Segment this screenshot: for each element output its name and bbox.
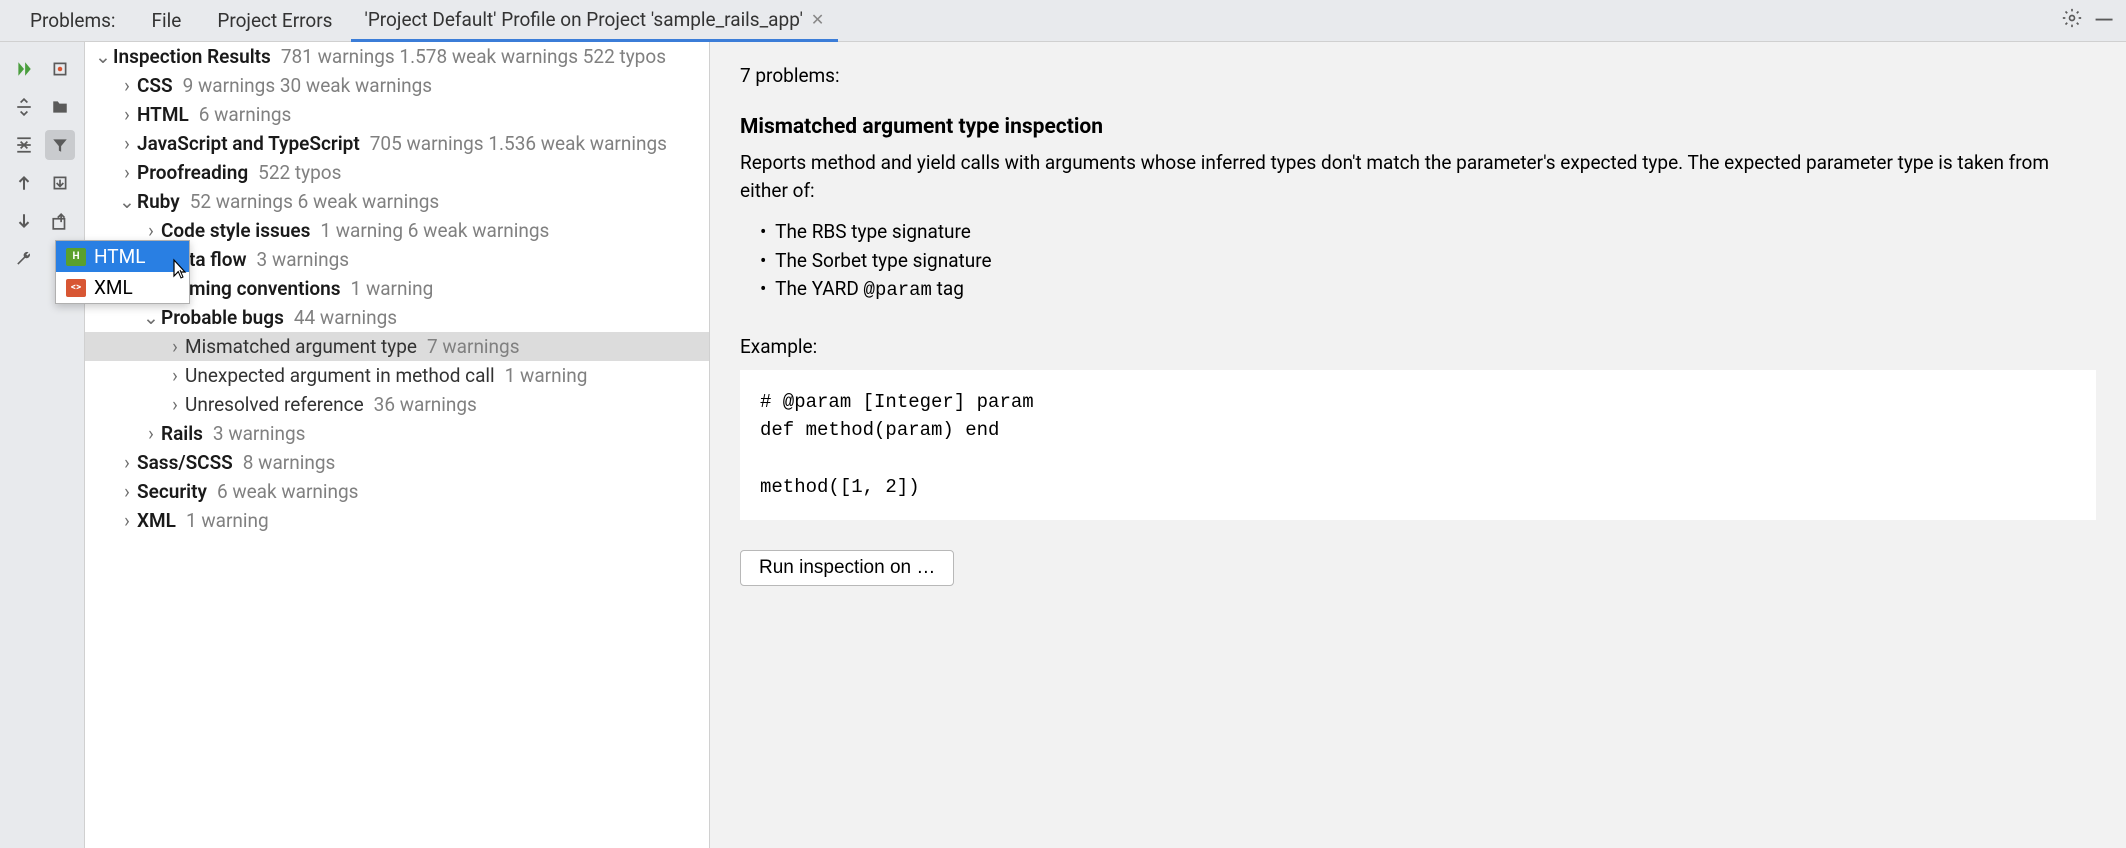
- tree-item-unresolved[interactable]: › Unresolved reference 36 warnings: [85, 390, 709, 419]
- tree-item-ruby[interactable]: ⌄ Ruby 52 warnings 6 weak warnings: [85, 187, 709, 216]
- target-icon[interactable]: [45, 54, 75, 84]
- chevron-down-icon: ⌄: [117, 190, 137, 213]
- cursor-icon: [168, 258, 190, 290]
- wrench-icon[interactable]: [9, 244, 39, 274]
- chevron-right-icon: ›: [117, 509, 137, 532]
- gear-icon[interactable]: [2062, 8, 2082, 33]
- tree-root-label: Inspection Results: [113, 45, 271, 68]
- export-up-icon[interactable]: [45, 206, 75, 236]
- tree-item-js[interactable]: › JavaScript and TypeScript 705 warnings…: [85, 129, 709, 158]
- minimize-icon[interactable]: —: [2094, 6, 2114, 36]
- tree-root-stats: 781 warnings 1.578 weak warnings 522 typ…: [281, 45, 666, 68]
- popup-xml-label: XML: [94, 276, 133, 299]
- folder-icon[interactable]: [45, 92, 75, 122]
- chevron-right-icon: ›: [117, 132, 137, 155]
- tab-file[interactable]: File: [134, 1, 200, 40]
- run-inspection-button[interactable]: Run inspection on …: [740, 550, 954, 586]
- chevron-right-icon: ›: [141, 219, 161, 242]
- tree-panel: ⌄ Inspection Results 781 warnings 1.578 …: [85, 42, 710, 848]
- xml-file-icon: <>: [66, 279, 86, 297]
- html-file-icon: H: [66, 248, 86, 266]
- tree-item-xml[interactable]: › XML 1 warning: [85, 506, 709, 535]
- run-icon[interactable]: [9, 54, 39, 84]
- chevron-right-icon: ›: [117, 480, 137, 503]
- chevron-down-icon: ⌄: [93, 45, 113, 68]
- arrow-down-icon[interactable]: [9, 206, 39, 236]
- chevron-right-icon: ›: [117, 103, 137, 126]
- tab-profile-active[interactable]: 'Project Default' Profile on Project 'sa…: [351, 0, 839, 42]
- list-item: The RBS type signature: [760, 218, 2096, 247]
- tree-item-css[interactable]: › CSS 9 warnings 30 weak warnings: [85, 71, 709, 100]
- tab-project-errors[interactable]: Project Errors: [199, 1, 350, 40]
- tree-item-html[interactable]: › HTML 6 warnings: [85, 100, 709, 129]
- collapse-all-icon[interactable]: [9, 130, 39, 160]
- inspection-heading: Mismatched argument type inspection: [740, 115, 2096, 139]
- problems-label[interactable]: Problems:: [12, 1, 134, 40]
- tree-item-security[interactable]: › Security 6 weak warnings: [85, 477, 709, 506]
- tree-root[interactable]: ⌄ Inspection Results 781 warnings 1.578 …: [85, 42, 709, 71]
- popup-html-label: HTML: [94, 245, 145, 268]
- chevron-right-icon: ›: [141, 422, 161, 445]
- tab-profile-label: 'Project Default' Profile on Project 'sa…: [365, 8, 803, 31]
- expand-all-icon[interactable]: [9, 92, 39, 122]
- list-item: The Sorbet type signature: [760, 247, 2096, 276]
- tree-item-rails[interactable]: › Rails 3 warnings: [85, 419, 709, 448]
- top-bar: Problems: File Project Errors 'Project D…: [0, 0, 2126, 42]
- chevron-right-icon: ›: [117, 451, 137, 474]
- inspection-list: The RBS type signature The Sorbet type s…: [760, 218, 2096, 305]
- chevron-right-icon: ›: [165, 393, 185, 416]
- problems-count: 7 problems:: [740, 64, 2096, 87]
- chevron-down-icon: ⌄: [141, 306, 161, 329]
- close-icon[interactable]: ✕: [811, 10, 824, 29]
- list-item: The YARD @param tag: [760, 275, 2096, 305]
- details-panel: 7 problems: Mismatched argument type ins…: [710, 42, 2126, 848]
- code-block: # @param [Integer] param def method(para…: [740, 370, 2096, 520]
- chevron-right-icon: ›: [117, 74, 137, 97]
- inspection-description: Reports method and yield calls with argu…: [740, 149, 2096, 204]
- chevron-right-icon: ›: [165, 364, 185, 387]
- example-label: Example:: [740, 335, 2096, 358]
- chevron-right-icon: ›: [165, 335, 185, 358]
- left-toolbar: [0, 42, 85, 848]
- tree-item-proofreading[interactable]: › Proofreading 522 typos: [85, 158, 709, 187]
- tree-item-unexpected[interactable]: › Unexpected argument in method call 1 w…: [85, 361, 709, 390]
- arrow-up-icon[interactable]: [9, 168, 39, 198]
- tree-item-sass[interactable]: › Sass/SCSS 8 warnings: [85, 448, 709, 477]
- chevron-right-icon: ›: [117, 161, 137, 184]
- tree-item-probable-bugs[interactable]: ⌄ Probable bugs 44 warnings: [85, 303, 709, 332]
- export-down-icon[interactable]: [45, 168, 75, 198]
- tree-item-mismatched[interactable]: › Mismatched argument type 7 warnings: [85, 332, 709, 361]
- filter-icon[interactable]: [45, 130, 75, 160]
